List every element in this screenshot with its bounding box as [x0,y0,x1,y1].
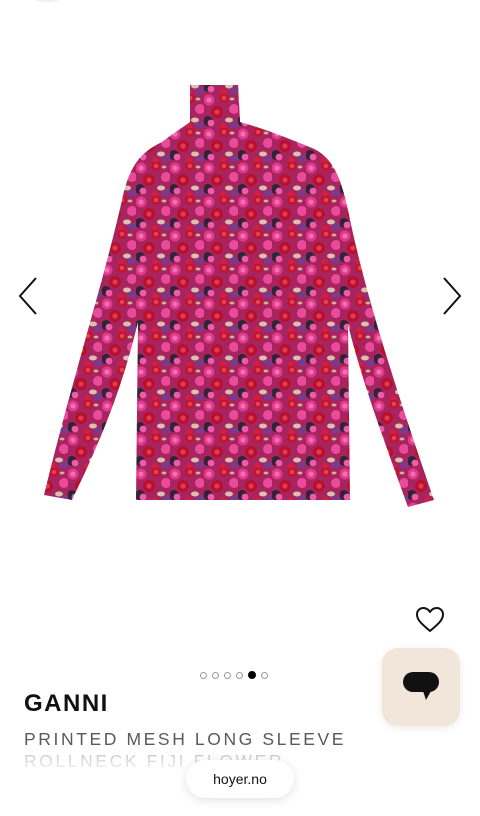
image-carousel-indicator [200,669,268,681]
chevron-left-icon [18,277,37,315]
carousel-dot[interactable] [224,671,231,679]
product-image[interactable] [0,60,480,580]
garment-shape [44,85,434,507]
chat-button[interactable] [382,648,460,726]
browser-url-pill[interactable]: hoyer.no [186,760,294,798]
carousel-dot[interactable] [200,671,207,679]
carousel-dot-active[interactable] [248,671,256,679]
heart-outline-icon [416,606,444,632]
top-status-indicator [28,0,66,2]
product-brand[interactable]: GANNI [24,690,109,718]
wishlist-button[interactable] [410,600,450,638]
carousel-dot[interactable] [261,671,268,679]
chevron-right-icon [443,277,462,315]
previous-image-button[interactable] [8,268,48,324]
chat-bubble-icon [403,672,439,700]
domain-text: hoyer.no [213,771,267,787]
carousel-dot[interactable] [236,671,243,679]
rollneck-collar [190,85,240,125]
carousel-dot[interactable] [212,671,219,679]
next-image-button[interactable] [432,268,472,324]
